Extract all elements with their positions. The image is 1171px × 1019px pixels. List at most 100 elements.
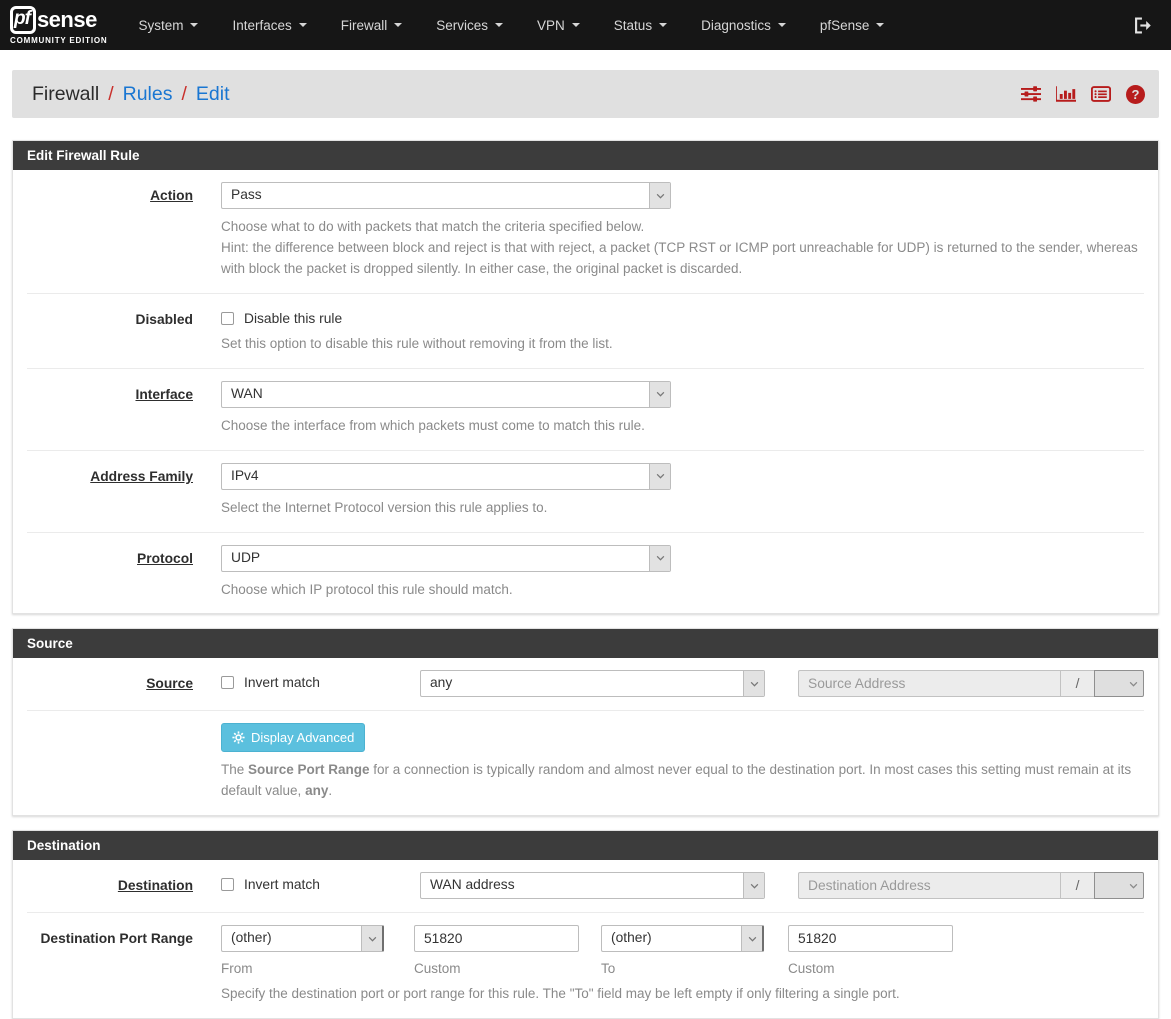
destination-invert-checkbox-wrap[interactable]: Invert match (221, 872, 420, 892)
caret-down-icon (298, 23, 307, 27)
list-icon[interactable] (1091, 86, 1111, 102)
destination-invert-checkbox[interactable] (221, 878, 234, 892)
address-family-select[interactable]: IPv4 (221, 462, 671, 490)
destination-port-range-row: Destination Port Range (other) From 5182… (27, 913, 1144, 1018)
nav-item-services[interactable]: Services (419, 0, 520, 50)
mask-separator: / (1060, 670, 1094, 698)
destination-row: Destination Invert match WAN address Des… (27, 860, 1144, 914)
caret-down-icon (190, 23, 199, 27)
destination-mask-select[interactable] (1094, 872, 1144, 900)
breadcrumb-link-edit[interactable]: Edit (196, 83, 230, 106)
pfsense-logo-sense: sense (36, 6, 97, 32)
port-to-caption: To (601, 961, 616, 977)
source-invert-checkbox[interactable] (221, 676, 234, 690)
disable-rule-checkbox[interactable] (221, 311, 234, 325)
caret-down-icon (777, 23, 786, 27)
chevron-down-icon (750, 883, 758, 889)
port-to-select[interactable]: (other) (601, 925, 764, 953)
port-to-custom-input[interactable] (788, 925, 953, 953)
action-help-line2: Hint: the difference between block and r… (221, 239, 1138, 276)
gear-icon (232, 731, 245, 745)
protocol-help: Choose which IP protocol this rule shoul… (221, 581, 513, 597)
action-row: Action Pass Choose what to do with packe… (27, 170, 1144, 294)
nav-item-system[interactable]: System (121, 0, 215, 50)
select-dropdown-button[interactable] (361, 926, 382, 952)
select-dropdown-button[interactable] (649, 545, 670, 571)
port-from-select[interactable]: (other) (221, 925, 384, 953)
sign-out-icon (1133, 17, 1153, 34)
caret-down-icon (495, 23, 504, 27)
address-family-help: Select the Internet Protocol version thi… (221, 499, 548, 515)
source-address-input[interactable] (798, 670, 1060, 698)
source-mask-select[interactable] (1094, 670, 1144, 698)
select-dropdown-button[interactable] (649, 463, 670, 489)
chevron-down-icon (368, 936, 376, 942)
nav-item-label: VPN (537, 17, 565, 33)
action-help: Choose what to do with packets that matc… (221, 217, 1144, 280)
nav-item-label: Firewall (340, 17, 388, 33)
interface-row: Interface WAN Choose the interface from … (27, 369, 1144, 451)
sliders-icon[interactable] (1021, 86, 1041, 102)
source-port-help-pre: The (221, 762, 249, 778)
breadcrumb-section: Firewall (32, 82, 100, 105)
bar-chart-icon[interactable] (1056, 86, 1076, 102)
select-dropdown-button[interactable] (649, 381, 670, 407)
port-from-custom-caption: Custom (414, 961, 461, 977)
display-advanced-button[interactable]: Display Advanced (221, 723, 366, 753)
interface-help: Choose the interface from which packets … (221, 417, 645, 433)
pfsense-logo-wordmark: pf sense (10, 5, 107, 34)
protocol-select[interactable]: UDP (221, 544, 671, 572)
source-label: Source (146, 676, 193, 692)
port-to-select-value: (other) (611, 930, 652, 946)
nav-item-pfsense[interactable]: pfSense (803, 0, 902, 50)
select-dropdown-button[interactable] (743, 671, 764, 697)
port-to-custom-caption: Custom (788, 961, 835, 977)
interface-select[interactable]: WAN (221, 380, 671, 408)
source-invert-checkbox-wrap[interactable]: Invert match (221, 670, 420, 690)
chevron-down-icon (750, 681, 758, 687)
disabled-label: Disabled (135, 311, 193, 327)
panel-title: Source (13, 629, 1158, 659)
top-navbar: pf sense COMMUNITY EDITION System Interf… (0, 0, 1171, 50)
edit-firewall-rule-panel: Edit Firewall Rule Action Pass Choose wh… (12, 140, 1159, 615)
nav-item-label: System (138, 17, 184, 33)
interface-label: Interface (135, 386, 193, 402)
logout-button[interactable] (1133, 17, 1153, 34)
protocol-label: Protocol (137, 550, 193, 566)
breadcrumb-toolbar: ? (1021, 84, 1145, 104)
empty-label (27, 723, 193, 802)
nav-item-diagnostics[interactable]: Diagnostics (684, 0, 803, 50)
address-family-select-value: IPv4 (231, 467, 259, 483)
nav-item-vpn[interactable]: VPN (520, 0, 597, 50)
nav-item-firewall[interactable]: Firewall (324, 0, 420, 50)
action-select-value: Pass (231, 187, 262, 202)
source-type-select[interactable]: any (420, 670, 765, 698)
address-family-label: Address Family (90, 468, 193, 484)
caret-down-icon (659, 23, 668, 27)
navbar-menu: System Interfaces Firewall Services VPN … (121, 0, 901, 50)
nav-item-status[interactable]: Status (597, 0, 684, 50)
panel-title: Edit Firewall Rule (13, 141, 1158, 170)
destination-address-input[interactable] (798, 872, 1060, 900)
destination-label: Destination (117, 878, 193, 894)
community-edition-tagline: COMMUNITY EDITION (10, 35, 108, 45)
breadcrumb-link-rules[interactable]: Rules (123, 83, 173, 106)
help-icon[interactable]: ? (1126, 84, 1145, 104)
action-select[interactable]: Pass (221, 182, 671, 209)
port-from-custom-input[interactable] (414, 925, 579, 953)
chevron-down-icon (656, 193, 664, 199)
select-dropdown-button[interactable] (649, 183, 670, 208)
pfsense-logo[interactable]: pf sense COMMUNITY EDITION (10, 5, 108, 45)
panel-body: Destination Invert match WAN address Des… (13, 860, 1158, 1018)
protocol-row: Protocol UDP Choose which IP protocol th… (27, 533, 1144, 614)
select-dropdown-button[interactable] (743, 873, 764, 899)
destination-port-range-label: Destination Port Range (40, 931, 193, 947)
mask-separator: / (1060, 872, 1094, 900)
source-address-group: / (798, 670, 1144, 698)
destination-type-select[interactable]: WAN address (420, 872, 765, 900)
select-dropdown-button[interactable] (741, 926, 762, 952)
disable-rule-checkbox-wrap[interactable]: Disable this rule (221, 306, 1144, 326)
action-help-line1: Choose what to do with packets that matc… (221, 219, 645, 234)
destination-type-select-value: WAN address (430, 877, 515, 893)
nav-item-interfaces[interactable]: Interfaces (215, 0, 323, 50)
